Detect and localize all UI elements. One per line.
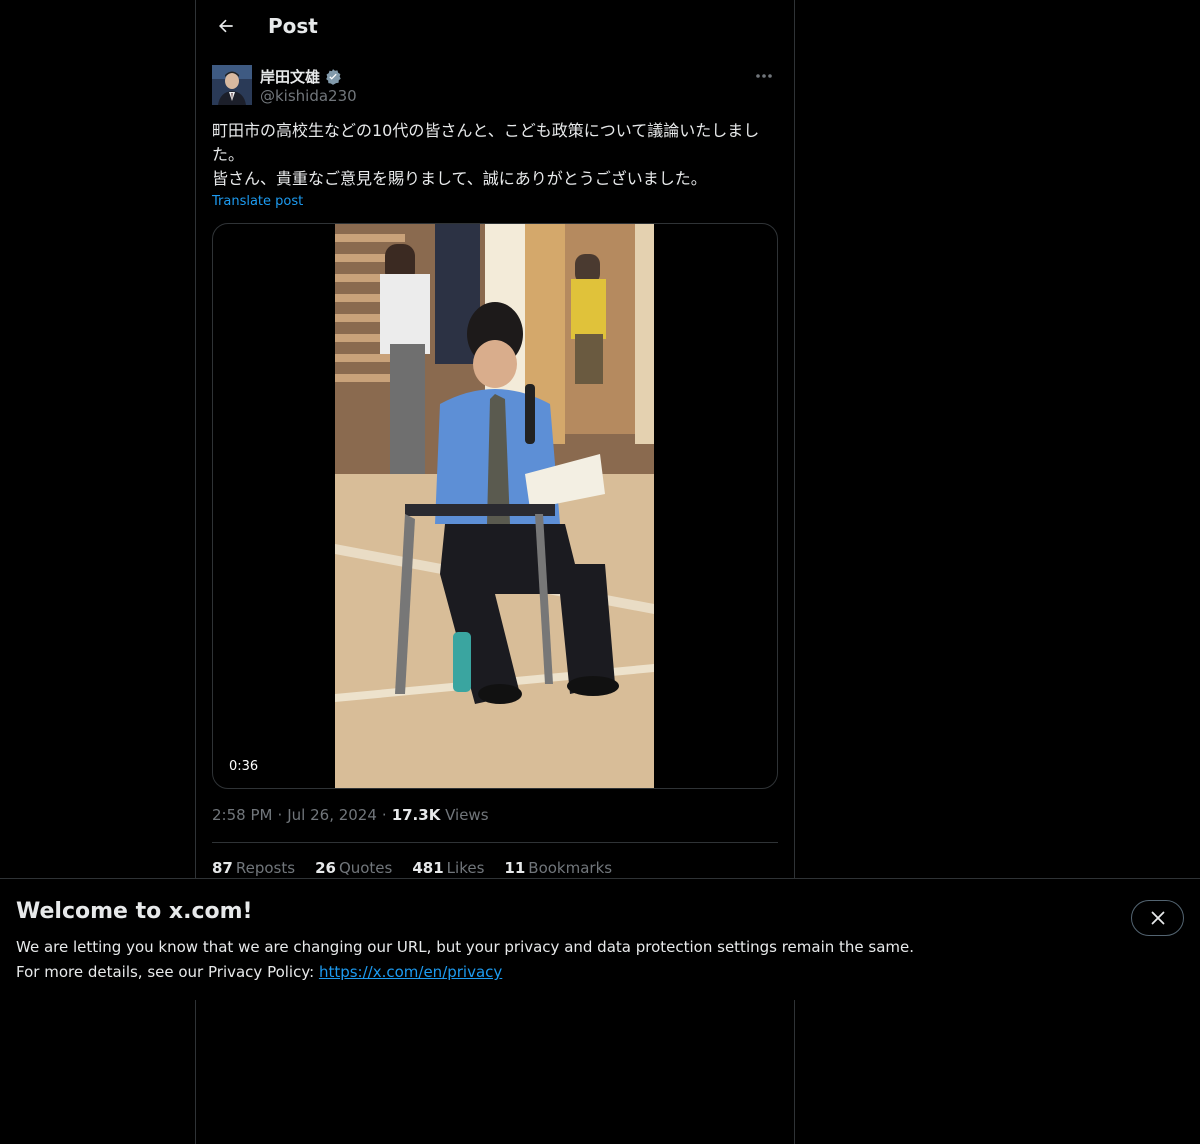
- video-frame: [335, 224, 654, 788]
- banner-line-2-prefix: For more details, see our Privacy Policy…: [16, 963, 319, 981]
- user-handle[interactable]: @kishida230: [260, 87, 357, 105]
- post-time[interactable]: 2:58 PM: [212, 806, 272, 824]
- display-name-text: 岸田文雄: [260, 68, 321, 86]
- post-video[interactable]: 0:36: [212, 223, 778, 789]
- quotes-count: 26: [315, 859, 336, 877]
- banner-line-1: We are letting you know that we are chan…: [16, 938, 915, 956]
- bookmarks-count: 11: [504, 859, 526, 877]
- page-title: Post: [268, 14, 318, 38]
- welcome-banner: Welcome to x.com! We are letting you kno…: [0, 878, 1200, 1000]
- privacy-policy-link[interactable]: https://x.com/en/privacy: [319, 963, 502, 981]
- bookmarks-stat[interactable]: 11 Bookmarks: [504, 859, 612, 877]
- more-options-button[interactable]: [748, 65, 780, 87]
- arrow-left-icon: [219, 19, 233, 33]
- back-button[interactable]: [208, 8, 244, 44]
- engagement-stats: 87 Reposts 26 Quotes 481 Likes 11 Bookmarks: [212, 859, 612, 877]
- reposts-count: 87: [212, 859, 233, 877]
- post-text: 町田市の高校生などの10代の皆さんと、こども政策について議論いたしました。 皆さ…: [212, 121, 760, 188]
- banner-title: Welcome to x.com!: [16, 899, 253, 924]
- post-meta: 2:58 PM · Jul 26, 2024 · 17.3K Views: [212, 806, 489, 824]
- likes-stat[interactable]: 481 Likes: [412, 859, 484, 877]
- post-author: 岸田文雄 @kishida230: [212, 65, 780, 107]
- banner-body: We are letting you know that we are chan…: [16, 935, 914, 985]
- views-label: Views: [445, 806, 489, 824]
- video-duration: 0:36: [221, 757, 267, 776]
- verified-badge-icon: [326, 68, 341, 85]
- close-icon: [1151, 911, 1164, 925]
- translate-post-link[interactable]: Translate post: [212, 194, 303, 209]
- divider: [212, 842, 778, 843]
- post-header: Post: [196, 0, 794, 54]
- meta-separator: ·: [277, 806, 283, 824]
- quotes-label: Quotes: [338, 859, 393, 877]
- views-count: 17.3K: [391, 806, 441, 824]
- likes-label: Likes: [446, 859, 485, 877]
- more-horizontal-icon: [756, 74, 772, 78]
- reposts-label: Reposts: [235, 859, 296, 877]
- quotes-stat[interactable]: 26 Quotes: [315, 859, 392, 877]
- bookmarks-label: Bookmarks: [528, 859, 613, 877]
- close-banner-button[interactable]: [1131, 900, 1184, 936]
- display-name[interactable]: 岸田文雄: [260, 66, 342, 87]
- post-views: 17.3K Views: [392, 806, 489, 824]
- likes-count: 481: [412, 859, 444, 877]
- post-date[interactable]: Jul 26, 2024: [287, 806, 377, 824]
- banner-line-2: For more details, see our Privacy Policy…: [16, 960, 914, 985]
- avatar[interactable]: [212, 65, 252, 105]
- reposts-stat[interactable]: 87 Reposts: [212, 859, 295, 877]
- meta-separator: ·: [381, 806, 387, 824]
